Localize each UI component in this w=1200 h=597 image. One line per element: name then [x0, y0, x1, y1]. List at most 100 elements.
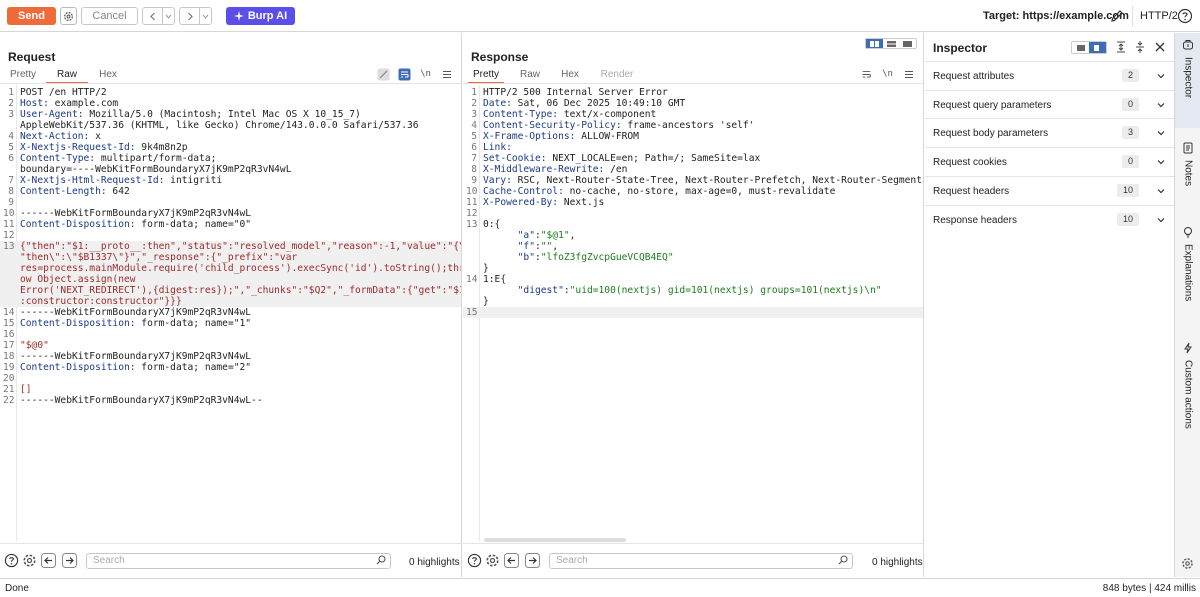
request-search-input[interactable]: Search: [86, 553, 391, 569]
request-tab-raw[interactable]: Raw: [46, 68, 88, 84]
line-number: 18: [3, 351, 15, 362]
sidebar-tab-inspector[interactable]: Inspector: [1175, 33, 1200, 128]
help-button[interactable]: [1177, 8, 1193, 24]
line-number: 14: [3, 307, 15, 318]
response-horizontal-scrollbar[interactable]: [484, 538, 626, 542]
response-tab-raw[interactable]: Raw: [515, 68, 545, 84]
code-line: 12: [463, 208, 923, 219]
menu-icon[interactable]: [440, 68, 453, 81]
line-number: 5: [8, 142, 14, 153]
send-button[interactable]: Send: [7, 7, 56, 25]
sidebar-tab-notes[interactable]: Notes: [1175, 136, 1200, 206]
line-number: 1: [8, 87, 14, 98]
code-line: "b":"lfoZ3fgZvcpGueVCQB4EQ": [463, 252, 923, 263]
code-line: 20: [0, 373, 461, 384]
inspector-layout-list-button[interactable]: [1072, 42, 1089, 53]
toolbar-divider: [1132, 6, 1133, 26]
line-text: ------WebKitFormBoundaryX7jK9mP2qR3vN4wL: [20, 307, 252, 318]
cancel-button[interactable]: Cancel: [81, 7, 138, 25]
collapse-all-button[interactable]: [1133, 40, 1147, 54]
help-button[interactable]: [467, 553, 482, 568]
hide-nonprinting-icon[interactable]: [377, 68, 390, 81]
history-back-dropdown[interactable]: [163, 7, 175, 25]
search-placeholder: Search: [93, 555, 125, 566]
line-number: 9: [8, 197, 14, 208]
line-text: boundary=----WebKitFormBoundaryX7jK9mP2q…: [20, 164, 292, 175]
sparkle-icon: [233, 11, 244, 21]
sidebar-tab-custom-actions[interactable]: Custom actions: [1175, 336, 1200, 446]
line-text: Content-Type: text/x-component: [483, 109, 657, 120]
search-previous-button[interactable]: [504, 553, 519, 568]
inspector-section-label: Request cookies: [933, 157, 1007, 169]
wrap-lines-icon[interactable]: [398, 68, 411, 81]
line-number: 3: [8, 109, 14, 120]
line-number: 8: [8, 186, 14, 197]
line-text: []: [20, 384, 32, 395]
settings-gear-button[interactable]: [60, 7, 77, 25]
layout-side-by-side-button[interactable]: [866, 39, 883, 48]
menu-icon[interactable]: [902, 68, 915, 81]
search-settings-button[interactable]: [485, 553, 500, 568]
wrap-lines-icon[interactable]: [860, 68, 873, 81]
line-text: "$@0": [20, 340, 49, 351]
sidebar-tab-explanations[interactable]: Explanations: [1175, 220, 1200, 338]
code-line: 9 Vary: RSC, Next-Router-State-Tree, Next…: [463, 175, 923, 186]
burp-ai-button[interactable]: Burp AI: [226, 7, 295, 25]
code-line: "a":"$@1",: [463, 230, 923, 241]
line-number: 14: [466, 274, 478, 285]
code-line: 15 Content-Disposition: form-data; name="…: [0, 318, 461, 329]
edit-target-button[interactable]: [1109, 8, 1125, 24]
response-editor[interactable]: 1 HTTP/2 500 Internal Server Error 2 Date: …: [463, 85, 923, 541]
http-version-selector[interactable]: HTTP/2: [1140, 10, 1178, 22]
target-label: Target: https://example.com: [983, 10, 1129, 22]
history-forward-dropdown[interactable]: [200, 7, 212, 25]
inspector-section-label: Request body parameters: [933, 128, 1049, 140]
response-tab-render[interactable]: Render: [596, 68, 638, 84]
inspector-section[interactable]: Request headers 10: [925, 175, 1174, 205]
request-tab-hex[interactable]: Hex: [92, 68, 124, 84]
help-button[interactable]: [4, 553, 19, 568]
response-search-input[interactable]: Search: [549, 553, 853, 569]
search-next-button[interactable]: [62, 553, 77, 568]
code-line: 11 X-Powered-By: Next.js: [463, 197, 923, 208]
search-icon: [376, 555, 386, 570]
search-previous-button[interactable]: [41, 553, 56, 568]
sidebar-settings-button[interactable]: [1181, 557, 1194, 570]
show-newlines-icon[interactable]: \n: [881, 68, 894, 81]
show-newlines-icon[interactable]: \n: [419, 68, 432, 81]
code-line: 4 Content-Security-Policy: frame-ancestor…: [463, 120, 923, 131]
line-text: Content-Disposition: form-data; name="0": [20, 219, 252, 230]
history-forward-button[interactable]: [179, 7, 200, 25]
code-line: 3 User-Agent: Mozilla/5.0 (Macintosh; Int…: [0, 109, 461, 120]
code-line: 10 ------WebKitFormBoundaryX7jK9mP2qR3vN4…: [0, 208, 461, 219]
inspector-section[interactable]: Request body parameters 3: [925, 118, 1174, 147]
inspector-layout-split-button[interactable]: [1089, 42, 1106, 53]
inspector-section[interactable]: Request cookies 0: [925, 147, 1174, 176]
search-settings-button[interactable]: [22, 553, 37, 568]
layout-tabs-button[interactable]: [899, 39, 916, 48]
code-line: 17 "$@0": [0, 340, 461, 351]
code-line: 1 POST /en HTTP/2: [0, 87, 461, 98]
line-number: 12: [466, 208, 478, 219]
inspector-panel: Inspector Request attributes 2 Request que…: [925, 33, 1174, 577]
request-editor[interactable]: 1 POST /en HTTP/2 2 Host: example.com 3 User-…: [0, 85, 461, 541]
inspector-section[interactable]: Request attributes 2: [925, 61, 1174, 90]
line-text: X-Frame-Options: ALLOW-FROM: [483, 131, 639, 142]
expand-all-button[interactable]: [1114, 40, 1128, 54]
response-tab-hex[interactable]: Hex: [556, 68, 584, 84]
code-line: "then\":\"$B1337\"}","_response":{"_pref…: [0, 252, 461, 263]
response-editor-options: \n: [860, 67, 915, 81]
response-tab-pretty[interactable]: Pretty: [468, 68, 504, 84]
layout-stacked-button[interactable]: [883, 39, 900, 48]
line-number: 4: [471, 120, 477, 131]
sidebar-tab-label: Inspector: [1182, 57, 1194, 99]
request-tab-pretty[interactable]: Pretty: [4, 68, 42, 84]
line-text: 1:E{: [483, 274, 507, 285]
search-next-button[interactable]: [525, 553, 540, 568]
inspector-section[interactable]: Request query parameters 0: [925, 89, 1174, 119]
search-placeholder: Search: [556, 555, 588, 566]
chevron-right-icon: [187, 12, 193, 20]
close-inspector-button[interactable]: [1153, 40, 1167, 54]
history-back-button[interactable]: [142, 7, 163, 25]
inspector-section[interactable]: Response headers 10: [925, 204, 1174, 234]
